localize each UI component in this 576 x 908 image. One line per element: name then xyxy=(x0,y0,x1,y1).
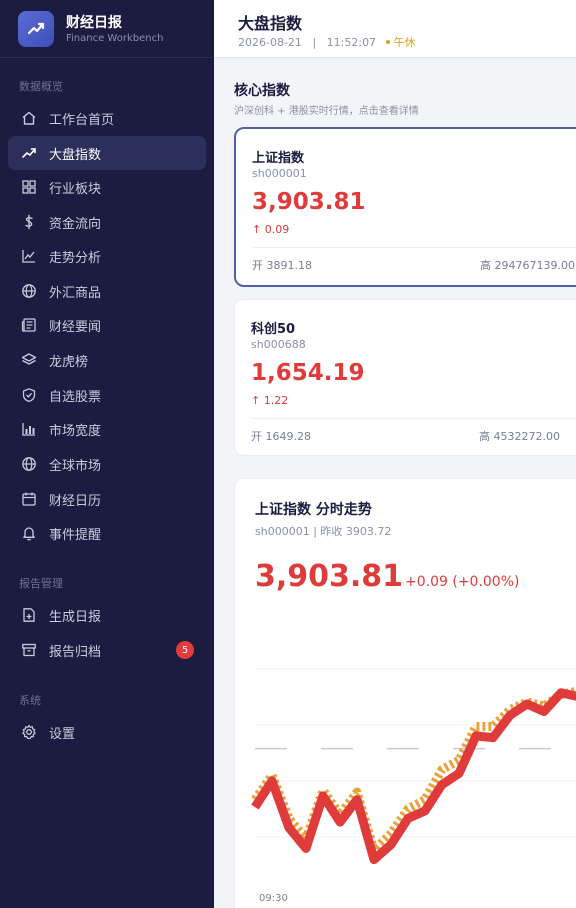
sidebar-item-label: 财经要闻 xyxy=(49,319,102,335)
file-plus-icon xyxy=(20,606,38,624)
sidebar-item-label: 工作台首页 xyxy=(49,112,115,128)
index-high: 高 4532272.00 xyxy=(479,430,560,443)
brand[interactable]: 财经日报 Finance Workbench xyxy=(18,10,163,48)
sidebar-item-report-archive[interactable]: 报告归档 5 xyxy=(8,633,206,667)
sidebar-item-label: 资金流向 xyxy=(49,216,102,232)
sidebar-item-label: 财经日历 xyxy=(49,493,102,509)
bar-chart-icon xyxy=(20,420,38,438)
sidebar-item-global-markets[interactable]: 全球市场 xyxy=(8,447,206,481)
archive-icon xyxy=(20,641,38,659)
section-subtitle: 沪深创科 + 港股实时行情，点击查看详情 xyxy=(234,106,419,117)
sidebar-item-news[interactable]: 财经要闻 xyxy=(8,308,206,342)
sidebar-item-label: 龙虎榜 xyxy=(49,354,89,370)
section-label-reports: 报告管理 xyxy=(19,577,63,590)
brand-subtitle: Finance Workbench xyxy=(66,32,164,44)
sidebar-item-label: 设置 xyxy=(49,726,76,742)
sidebar-item-market-breadth[interactable]: 市场宽度 xyxy=(8,412,206,446)
index-open: 开 3891.18 xyxy=(252,259,312,272)
calendar-icon xyxy=(20,490,38,508)
index-name: 科创50 xyxy=(251,322,296,337)
sidebar-item-label: 报告归档 xyxy=(49,644,102,660)
average-price-line xyxy=(251,686,576,855)
layers-icon xyxy=(20,351,38,369)
line-chart-icon xyxy=(20,247,38,265)
sidebar-item-forex[interactable]: 外汇商品 xyxy=(8,274,206,308)
sidebar-item-trend-analysis[interactable]: 走势分析 xyxy=(8,239,206,273)
sidebar-item-settings[interactable]: 设置 xyxy=(8,715,206,749)
trend-up-icon xyxy=(20,144,38,162)
sidebar-item-dashboard[interactable]: 工作台首页 xyxy=(8,101,206,135)
grid-icon xyxy=(20,178,38,196)
header-time: 11:52:07 xyxy=(326,36,377,49)
chart-price: 3,903.81 xyxy=(255,559,404,594)
sidebar-item-label: 生成日报 xyxy=(49,609,102,625)
header-date: 2026-08-21 xyxy=(238,36,302,49)
sidebar: 财经日报 Finance Workbench 数据概览 工作台首页 大盘指数 行… xyxy=(0,0,214,908)
index-change: ↑ 1.22 xyxy=(251,394,289,407)
sidebar-item-label: 大盘指数 xyxy=(49,147,102,163)
logo-icon xyxy=(18,11,54,47)
index-change: ↑ 0.09 xyxy=(252,223,290,236)
index-price: 3,903.81 xyxy=(252,189,366,215)
chart-subtitle: sh000001 | 昨收 3903.72 xyxy=(255,525,392,538)
index-code: sh000688 xyxy=(251,338,306,351)
divider xyxy=(0,57,214,58)
sidebar-item-generate-report[interactable]: 生成日报 xyxy=(8,598,206,632)
x-tick-label: 09:30 xyxy=(259,893,288,904)
section-title: 核心指数 xyxy=(234,83,290,99)
sidebar-item-watchlist[interactable]: 自选股票 xyxy=(8,378,206,412)
index-card-sse[interactable]: 上证指数 sh000001 3,903.81 ↑ 0.09 开 3891.18 … xyxy=(234,127,576,287)
shield-icon xyxy=(20,386,38,404)
sidebar-item-label: 全球市场 xyxy=(49,458,102,474)
sidebar-item-label: 外汇商品 xyxy=(49,285,102,301)
header-separator: | xyxy=(312,36,317,49)
index-open: 开 1649.28 xyxy=(251,430,311,443)
sidebar-item-label: 市场宽度 xyxy=(49,423,102,439)
sidebar-item-market-index[interactable]: 大盘指数 xyxy=(8,136,206,170)
intraday-chart-card: 上证指数 分时走势 sh000001 | 昨收 3903.72 3,903.81… xyxy=(234,478,576,908)
dollar-icon xyxy=(20,213,38,231)
sidebar-item-label: 事件提醒 xyxy=(49,527,102,543)
sidebar-item-calendar[interactable]: 财经日历 xyxy=(8,482,206,516)
sidebar-item-dragon-tiger[interactable]: 龙虎榜 xyxy=(8,343,206,377)
chart-change: +0.09 (+0.00%) xyxy=(405,574,520,590)
divider xyxy=(251,418,576,419)
globe-icon xyxy=(20,455,38,473)
chart-title: 上证指数 分时走势 xyxy=(255,502,372,518)
divider xyxy=(252,247,576,248)
intraday-line-chart[interactable] xyxy=(235,659,576,891)
sidebar-item-alerts[interactable]: 事件提醒 xyxy=(8,516,206,550)
sidebar-item-label: 走势分析 xyxy=(49,250,102,266)
globe-icon xyxy=(20,282,38,300)
brand-title: 财经日报 xyxy=(66,14,122,31)
sidebar-item-capital-flow[interactable]: 资金流向 xyxy=(8,205,206,239)
sidebar-item-label: 自选股票 xyxy=(49,389,102,405)
home-icon xyxy=(20,109,38,127)
header-meta: 2026-08-21 | 11:52:07 午休 xyxy=(238,34,416,50)
gear-icon xyxy=(20,723,38,741)
index-card-star50[interactable]: 科创50 sh000688 1,654.19 ↑ 1.22 开 1649.28 … xyxy=(234,299,576,456)
newspaper-icon xyxy=(20,316,38,334)
market-status: 午休 xyxy=(393,36,416,49)
page-title: 大盘指数 xyxy=(238,14,303,33)
notification-badge: 5 xyxy=(176,641,194,659)
index-name: 上证指数 xyxy=(252,151,305,166)
bell-icon xyxy=(20,524,38,542)
index-price: 1,654.19 xyxy=(251,360,365,386)
sidebar-item-label: 行业板块 xyxy=(49,181,102,197)
index-code: sh000001 xyxy=(252,167,307,180)
header: 大盘指数 2026-08-21 | 11:52:07 午休 xyxy=(214,0,576,58)
section-label-overview: 数据概览 xyxy=(19,80,63,93)
status-dot-icon xyxy=(385,40,390,44)
sidebar-item-sectors[interactable]: 行业板块 xyxy=(8,170,206,204)
index-high: 高 294767139.00 xyxy=(480,259,575,272)
section-label-system: 系统 xyxy=(19,694,41,707)
